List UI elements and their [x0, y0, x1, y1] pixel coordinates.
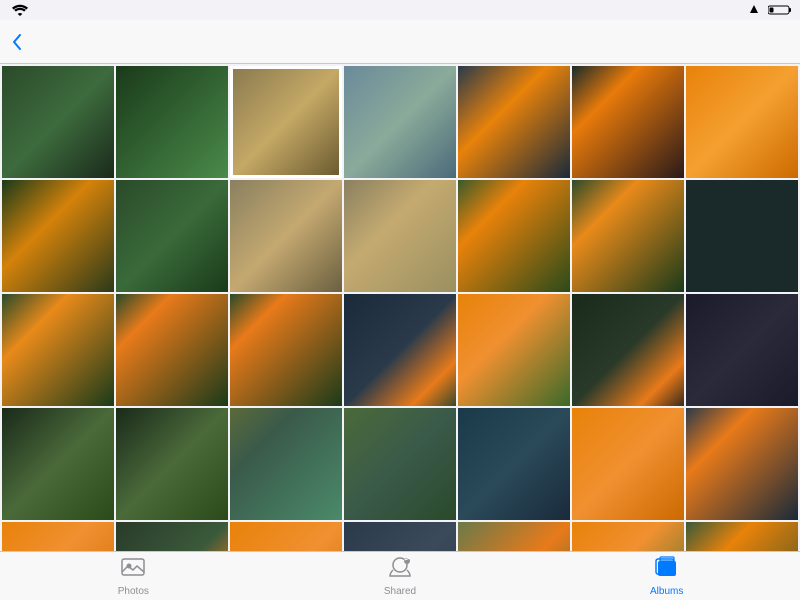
tab-bar: Photos Shared Albums [0, 551, 800, 600]
albums-icon [655, 556, 679, 578]
photo-cell-24[interactable] [230, 408, 342, 520]
photo-cell-29[interactable] [2, 522, 114, 551]
photos-icon [121, 556, 145, 578]
status-left [8, 4, 28, 16]
shared-icon [388, 556, 412, 578]
battery-icon [768, 4, 792, 16]
photo-cell-34[interactable] [572, 522, 684, 551]
photo-cell-28[interactable] [686, 408, 798, 520]
photo-cell-17[interactable] [230, 294, 342, 406]
status-bar [0, 0, 800, 20]
photo-cell-11[interactable] [344, 180, 456, 292]
photo-cell-33[interactable] [458, 522, 570, 551]
photo-cell-32[interactable] [344, 522, 456, 551]
photo-cell-3[interactable] [230, 66, 342, 178]
photo-cell-12[interactable] [458, 180, 570, 292]
photo-cell-18[interactable] [344, 294, 456, 406]
photo-cell-9[interactable] [116, 180, 228, 292]
status-right [748, 4, 792, 16]
tab-shared[interactable]: Shared [267, 552, 534, 600]
albums-label: Albums [650, 586, 683, 597]
photo-cell-6[interactable] [572, 66, 684, 178]
photo-cell-14[interactable] [686, 180, 798, 292]
photos-label: Photos [118, 586, 149, 597]
photo-cell-19[interactable] [458, 294, 570, 406]
photo-grid-container [0, 64, 800, 551]
photo-cell-23[interactable] [116, 408, 228, 520]
photo-cell-1[interactable] [2, 66, 114, 178]
photo-cell-7[interactable] [686, 66, 798, 178]
shared-label: Shared [384, 586, 416, 597]
photo-cell-4[interactable] [344, 66, 456, 178]
photo-cell-8[interactable] [2, 180, 114, 292]
photo-cell-16[interactable] [116, 294, 228, 406]
nav-bar [0, 20, 800, 64]
shared-icon [388, 556, 412, 584]
albums-icon [655, 556, 679, 584]
photo-cell-5[interactable] [458, 66, 570, 178]
photo-cell-20[interactable] [572, 294, 684, 406]
back-button[interactable] [12, 34, 26, 50]
photo-cell-25[interactable] [344, 408, 456, 520]
wifi-icon [12, 4, 28, 16]
chevron-left-icon [12, 34, 22, 50]
photo-cell-21[interactable] [686, 294, 798, 406]
photo-cell-10[interactable] [230, 180, 342, 292]
photo-cell-26[interactable] [458, 408, 570, 520]
photo-cell-31[interactable] [230, 522, 342, 551]
photo-cell-13[interactable] [572, 180, 684, 292]
tab-albums[interactable]: Albums [533, 552, 800, 600]
photo-cell-27[interactable] [572, 408, 684, 520]
photo-cell-22[interactable] [2, 408, 114, 520]
tab-photos[interactable]: Photos [0, 552, 267, 600]
photo-cell-35[interactable] [686, 522, 798, 551]
photo-cell-2[interactable] [116, 66, 228, 178]
signal-icon [748, 4, 760, 16]
photo-grid [2, 66, 798, 551]
photo-cell-30[interactable] [116, 522, 228, 551]
photo-cell-15[interactable] [2, 294, 114, 406]
photos-icon [121, 556, 145, 584]
